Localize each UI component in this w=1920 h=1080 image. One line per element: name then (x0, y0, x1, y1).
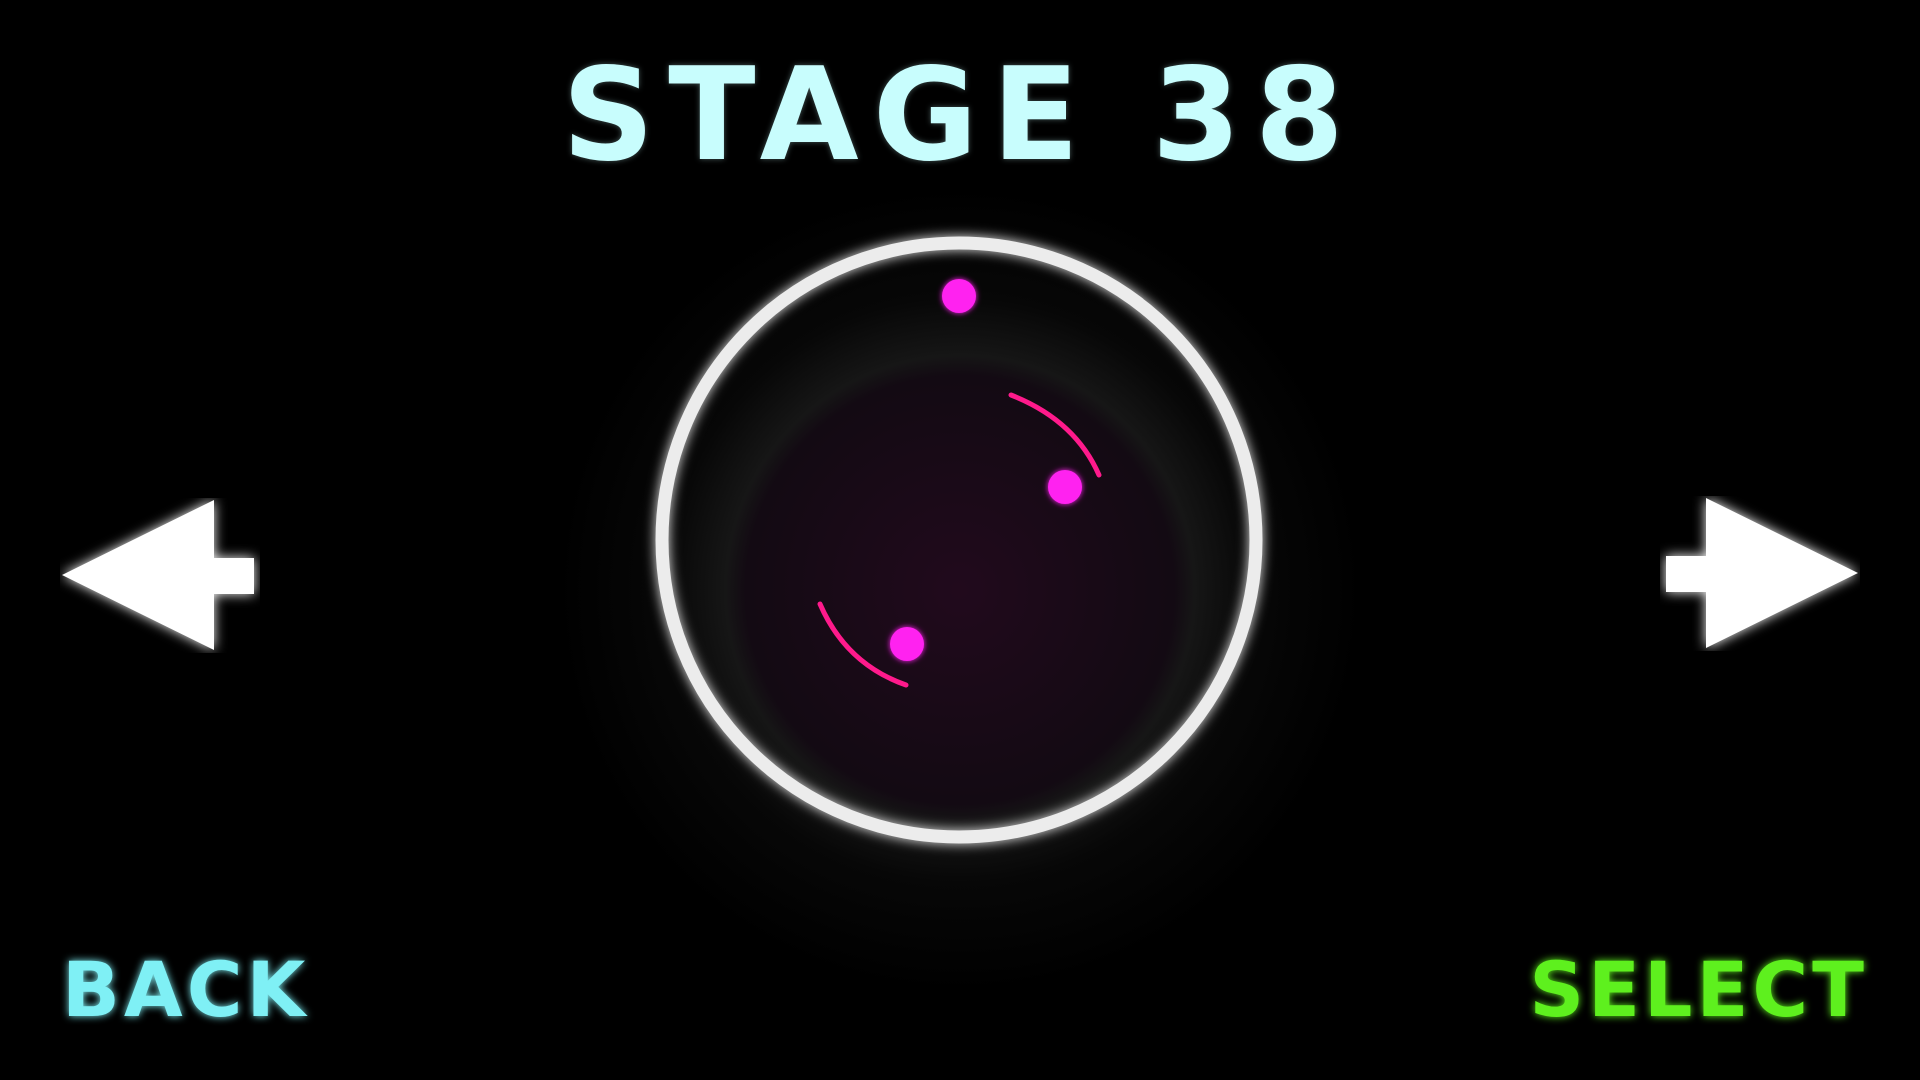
select-button[interactable]: SELECT (1529, 952, 1868, 1028)
orb-top (942, 279, 976, 313)
paddle-arc-right (1008, 392, 1102, 478)
back-button[interactable]: BACK (62, 952, 309, 1028)
orb-left (890, 627, 924, 661)
arrow-left-icon[interactable] (60, 498, 260, 653)
arrow-right-icon[interactable] (1660, 496, 1860, 651)
stage-preview[interactable] (0, 0, 1920, 1080)
orb-right (1048, 470, 1082, 504)
level-select-screen: STAGE 38 BACK SELECT (0, 0, 1920, 1080)
stage-ring (655, 236, 1263, 844)
